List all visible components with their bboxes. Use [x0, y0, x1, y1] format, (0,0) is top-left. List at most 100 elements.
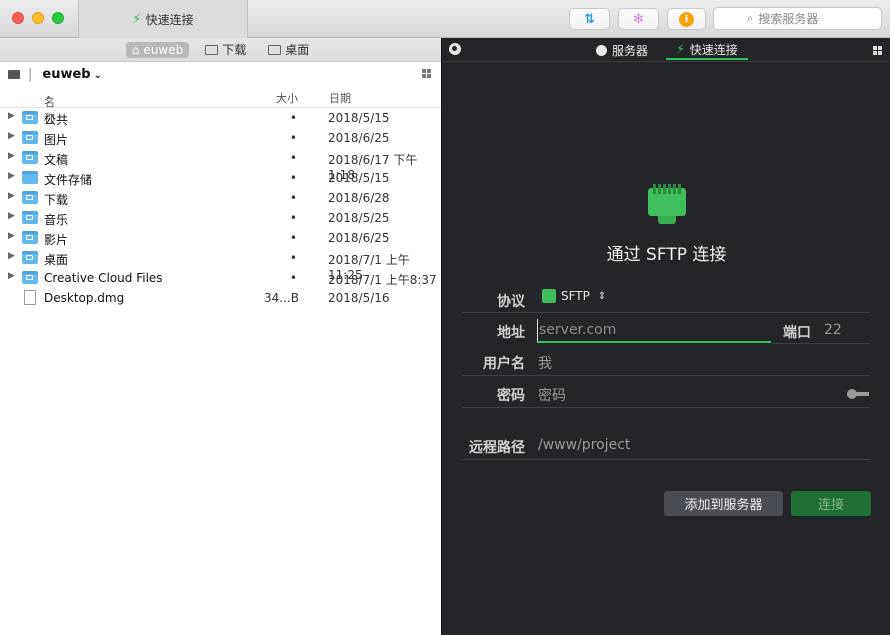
column-date[interactable]: 日期	[329, 90, 351, 106]
file-name: 公共	[44, 113, 69, 127]
tab-quick-connect-panel[interactable]: ⚡ 快速连接	[666, 40, 748, 60]
disclosure-triangle-icon[interactable]: ▶	[8, 211, 15, 221]
file-date: 2018/6/28	[328, 191, 390, 205]
protocol-label: 协议	[497, 294, 525, 310]
tab-quick-connect-panel-label: 快速连接	[689, 42, 738, 57]
file-name: 文稿	[44, 153, 69, 167]
file-size: 34...B	[264, 291, 299, 305]
up-down-chevron-icon: ⇕	[597, 290, 607, 302]
creative-cloud-folder-icon	[22, 271, 38, 284]
transfer-button[interactable]: ⇅	[569, 8, 610, 30]
file-date: 2018/6/25	[328, 131, 390, 145]
list-item[interactable]: Desktop.dmg 34...B 2018/5/16	[0, 288, 441, 308]
disclosure-triangle-icon[interactable]: ▶	[8, 111, 15, 121]
path-separator: |	[28, 66, 33, 82]
lightning-icon: ⚡	[132, 11, 142, 27]
pictures-folder-icon	[22, 131, 38, 144]
spinner-icon: ✻	[633, 11, 644, 27]
add-to-servers-button[interactable]: 添加到服务器	[664, 491, 783, 516]
file-size: •	[289, 171, 297, 185]
globe-icon[interactable]	[449, 43, 461, 55]
location-tab-label: 桌面	[285, 43, 310, 57]
list-item[interactable]: ▶ 文件存储 • 2018/5/15	[0, 168, 441, 188]
list-item[interactable]: ▶ 音乐 • 2018/5/25	[0, 208, 441, 228]
quick-connect-pane: 服务器 ⚡ 快速连接 通过 SFTP 连接 协议 SFTP ⇕ 地址 端口 22…	[441, 38, 890, 635]
location-tab-label: 下载	[222, 43, 247, 57]
tab-quick-connect[interactable]: ⚡ 快速连接	[78, 0, 248, 38]
public-folder-icon	[22, 111, 38, 124]
file-name: 桌面	[44, 253, 69, 267]
remote-path-field[interactable]: /www/project	[538, 437, 630, 453]
ethernet-plug-icon	[542, 289, 556, 303]
local-file-pane: ⌂ euweb 下载 桌面 | euweb ⌄ 名称 ⌃ 大小 日期 ▶ 公共 •…	[0, 38, 441, 635]
username-field[interactable]: 我	[538, 353, 552, 373]
drive-icon[interactable]	[8, 69, 20, 79]
password-label: 密码	[497, 388, 525, 404]
port-field[interactable]: 22	[824, 322, 842, 338]
list-item[interactable]: ▶ 文稿 • 2018/6/17 下午1:18	[0, 148, 441, 182]
disclosure-triangle-icon[interactable]: ▶	[8, 251, 15, 261]
view-grid-icon[interactable]	[422, 69, 431, 78]
port-label: 端口	[783, 325, 811, 341]
list-item[interactable]: ▶ 桌面 • 2018/7/1 上午11:25	[0, 248, 441, 282]
password-field[interactable]: 密码	[538, 385, 566, 405]
divider	[462, 459, 870, 460]
list-item[interactable]: ▶ 图片 • 2018/6/25	[0, 128, 441, 148]
title-bar: ⚡ 快速连接 ⇅ ✻ i ⌕	[0, 0, 890, 38]
tab-servers-label: 服务器	[612, 44, 649, 58]
minimize-window-button[interactable]	[32, 12, 44, 24]
downloads-folder-icon	[22, 191, 38, 204]
connection-heading: 通过 SFTP 连接	[606, 245, 727, 265]
list-item[interactable]: ▶ Creative Cloud Files • 2018/7/1 上午8:37	[0, 268, 441, 288]
address-input[interactable]	[537, 319, 771, 343]
username-label: 用户名	[483, 356, 525, 372]
folder-icon	[22, 171, 38, 184]
activity-button[interactable]: ✻	[618, 8, 659, 30]
info-button[interactable]: i	[667, 8, 706, 30]
list-item[interactable]: ▶ 公共 • 2018/5/15	[0, 108, 441, 128]
location-tab-desktop[interactable]: 桌面	[262, 40, 315, 59]
file-name: 影片	[44, 233, 69, 247]
ethernet-plug-icon	[648, 184, 686, 224]
disclosure-triangle-icon[interactable]: ▶	[8, 271, 15, 281]
search-input[interactable]	[758, 11, 849, 26]
disclosure-triangle-icon[interactable]: ▶	[8, 151, 15, 161]
disclosure-triangle-icon[interactable]: ▶	[8, 171, 15, 181]
file-size: •	[289, 271, 297, 285]
disclosure-triangle-icon[interactable]: ▶	[8, 131, 15, 141]
documents-folder-icon	[22, 151, 38, 164]
list-item[interactable]: ▶ 影片 • 2018/6/25	[0, 228, 441, 248]
remote-path-label: 远程路径	[469, 440, 525, 456]
disclosure-triangle-icon[interactable]: ▶	[8, 191, 15, 201]
column-size[interactable]: 大小	[276, 90, 298, 106]
protocol-select[interactable]: SFTP ⇕	[542, 289, 606, 303]
location-tabs: ⌂ euweb 下载 桌面	[0, 38, 441, 62]
location-tab-home[interactable]: ⌂ euweb	[125, 41, 190, 58]
close-window-button[interactable]	[12, 12, 24, 24]
lightning-icon: ⚡	[676, 42, 685, 56]
address-label: 地址	[497, 325, 525, 341]
key-icon[interactable]	[847, 389, 871, 399]
music-folder-icon	[22, 211, 38, 224]
list-item[interactable]: ▶ 下载 • 2018/6/28	[0, 188, 441, 208]
home-icon: ⌂	[131, 42, 140, 57]
zoom-window-button[interactable]	[52, 12, 64, 24]
divider	[462, 407, 870, 408]
connect-button[interactable]: 连接	[791, 491, 871, 516]
folder-icon	[205, 44, 219, 55]
view-grid-icon[interactable]	[873, 46, 882, 55]
tab-servers[interactable]: 服务器	[596, 42, 648, 59]
file-size: •	[289, 251, 297, 265]
file-size: •	[289, 211, 297, 225]
transfer-arrows-icon: ⇅	[584, 11, 595, 27]
file-size: •	[289, 131, 297, 145]
search-box[interactable]: ⌕	[713, 7, 882, 30]
sort-ascending-icon: ⌃	[44, 94, 54, 107]
divider	[462, 312, 870, 313]
file-size: •	[289, 191, 297, 205]
folder-icon	[268, 44, 282, 55]
path-name: euweb	[42, 66, 91, 82]
disclosure-triangle-icon[interactable]: ▶	[8, 231, 15, 241]
path-selector[interactable]: euweb ⌄	[42, 67, 102, 82]
location-tab-downloads[interactable]: 下载	[199, 40, 252, 59]
